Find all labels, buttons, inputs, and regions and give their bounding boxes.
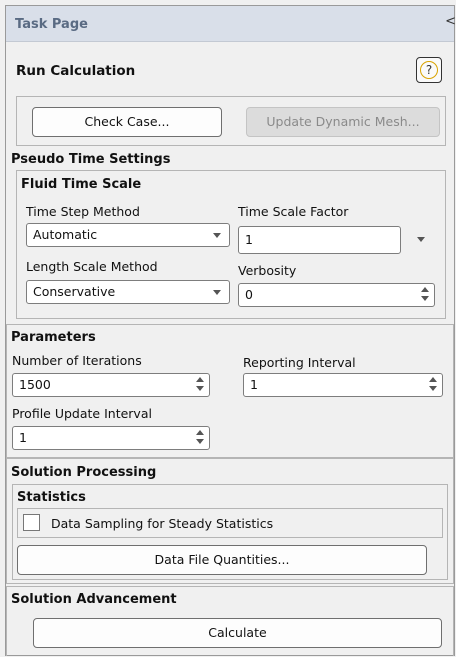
spinner-arrows-icon[interactable] <box>421 287 430 303</box>
data-file-quantities-button[interactable]: Data File Quantities... <box>17 545 427 575</box>
chevron-down-icon <box>213 233 221 238</box>
reporting-interval-spinner[interactable]: 1 <box>243 373 443 397</box>
time-scale-factor-input[interactable]: 1 <box>238 226 401 254</box>
number-of-iterations-label: Number of Iterations <box>12 353 142 368</box>
profile-update-interval-label: Profile Update Interval <box>12 406 152 421</box>
verbosity-label: Verbosity <box>238 263 297 278</box>
run-calculation-title: Run Calculation <box>16 63 136 79</box>
reporting-interval-value: 1 <box>250 377 258 392</box>
profile-update-interval-spinner[interactable]: 1 <box>12 426 210 450</box>
chevron-down-icon <box>213 290 221 295</box>
parameters-box: Parameters Number of Iterations 1500 Rep… <box>6 324 454 458</box>
verbosity-spinner[interactable]: 0 <box>238 283 435 307</box>
help-button[interactable]: ? <box>416 57 442 83</box>
profile-update-interval-value: 1 <box>19 430 27 445</box>
fluid-time-scale-title: Fluid Time Scale <box>21 177 142 192</box>
update-dynamic-mesh-button: Update Dynamic Mesh... <box>246 107 440 137</box>
time-step-method-value: Automatic <box>33 227 98 242</box>
solution-processing-box: Solution Processing Statistics Data Samp… <box>6 458 454 584</box>
task-page-panel: Task Page < Run Calculation ? Check Case… <box>5 5 456 656</box>
parameters-title: Parameters <box>11 330 96 345</box>
solution-processing-title: Solution Processing <box>11 465 157 480</box>
calculate-button[interactable]: Calculate <box>33 618 442 648</box>
time-scale-factor-label: Time Scale Factor <box>238 204 349 219</box>
number-of-iterations-value: 1500 <box>19 377 51 392</box>
data-sampling-checkbox[interactable] <box>23 514 40 531</box>
time-step-method-label: Time Step Method <box>26 204 140 219</box>
help-icon: ? <box>420 61 438 79</box>
statistics-box: Statistics Data Sampling for Steady Stat… <box>12 484 448 580</box>
case-buttons-box: Check Case... Update Dynamic Mesh... <box>16 96 446 146</box>
solution-advancement-box: Solution Advancement Calculate <box>6 586 454 656</box>
spinner-arrows-icon[interactable] <box>196 377 205 393</box>
task-page-titlebar: Task Page < <box>6 6 456 42</box>
spinner-arrows-icon[interactable] <box>196 430 205 446</box>
time-scale-factor-value: 1 <box>245 232 253 247</box>
reporting-interval-label: Reporting Interval <box>243 355 356 370</box>
verbosity-value: 0 <box>245 287 253 302</box>
solution-advancement-title: Solution Advancement <box>11 592 177 607</box>
time-scale-factor-dropdown-icon[interactable] <box>417 237 425 242</box>
length-scale-method-label: Length Scale Method <box>26 259 158 274</box>
data-sampling-label: Data Sampling for Steady Statistics <box>51 516 274 531</box>
check-case-button[interactable]: Check Case... <box>32 107 222 137</box>
task-page-title: Task Page <box>15 17 88 32</box>
length-scale-method-dropdown[interactable]: Conservative <box>26 280 230 304</box>
statistics-title: Statistics <box>17 490 86 505</box>
pseudo-time-settings-title: Pseudo Time Settings <box>11 152 171 167</box>
data-sampling-row[interactable]: Data Sampling for Steady Statistics <box>17 508 443 538</box>
length-scale-method-value: Conservative <box>33 284 116 299</box>
time-step-method-dropdown[interactable]: Automatic <box>26 223 230 247</box>
number-of-iterations-spinner[interactable]: 1500 <box>12 373 210 397</box>
spinner-arrows-icon[interactable] <box>429 377 438 393</box>
collapse-chevron-icon[interactable]: < <box>445 14 456 29</box>
fluid-time-scale-box: Fluid Time Scale Time Step Method Automa… <box>16 170 446 319</box>
